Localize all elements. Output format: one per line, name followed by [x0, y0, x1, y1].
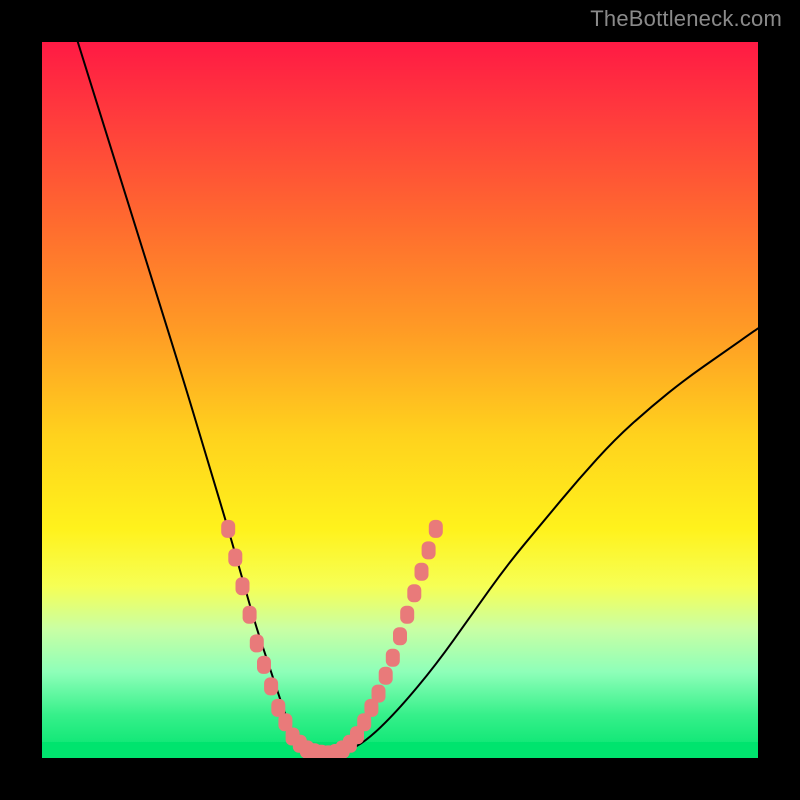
curve-marker [357, 713, 371, 731]
curve-marker [271, 699, 285, 717]
curve-marker [364, 699, 378, 717]
curve-marker [278, 713, 292, 731]
plot-area [42, 42, 758, 758]
bottleneck-curve [78, 42, 758, 754]
curve-marker [257, 656, 271, 674]
curve-marker [429, 520, 443, 538]
curve-marker [415, 563, 429, 581]
curve-marker [250, 634, 264, 652]
chart-svg [42, 42, 758, 758]
curve-marker [386, 649, 400, 667]
curve-marker [379, 667, 393, 685]
curve-marker [221, 520, 235, 538]
baseline-strip [42, 742, 758, 758]
marker-group [221, 520, 443, 758]
chart-frame: TheBottleneck.com [0, 0, 800, 800]
curve-marker [400, 606, 414, 624]
watermark-text: TheBottleneck.com [590, 6, 782, 32]
curve-marker [407, 584, 421, 602]
curve-marker [243, 606, 257, 624]
curve-marker [393, 627, 407, 645]
curve-marker [372, 685, 386, 703]
curve-marker [264, 677, 278, 695]
curve-marker [228, 549, 242, 567]
curve-marker [236, 577, 250, 595]
curve-marker [422, 541, 436, 559]
